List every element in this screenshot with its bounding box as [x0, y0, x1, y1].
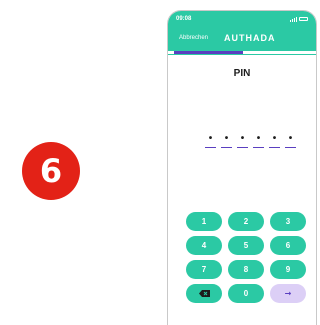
key-6[interactable]: 6: [270, 236, 306, 255]
pin-slot: •: [253, 134, 264, 148]
cancel-button[interactable]: Abbrechen: [179, 35, 208, 41]
pin-dot: •: [256, 133, 261, 144]
key-5[interactable]: 5: [228, 236, 264, 255]
key-8[interactable]: 8: [228, 260, 264, 279]
pin-slot: •: [237, 134, 248, 148]
progress-track: [168, 51, 316, 54]
progress-fill: [174, 51, 244, 54]
pin-slot: •: [221, 134, 232, 148]
key-9[interactable]: 9: [270, 260, 306, 279]
pin-underline: [221, 147, 232, 148]
key-1[interactable]: 1: [186, 212, 222, 231]
pin-underline: [237, 147, 248, 148]
key-3[interactable]: 3: [270, 212, 306, 231]
pin-underline: [269, 147, 280, 148]
signal-icon: [290, 16, 297, 22]
backspace-icon: [198, 290, 210, 297]
key-2[interactable]: 2: [228, 212, 264, 231]
arrow-right-icon: →: [284, 289, 292, 298]
brand-title: AUTHADA: [224, 33, 276, 43]
key-4[interactable]: 4: [186, 236, 222, 255]
pin-field[interactable]: • • • • • •: [205, 134, 296, 148]
pin-underline: [205, 147, 216, 148]
pin-dot: •: [288, 133, 293, 144]
battery-icon: [299, 17, 308, 21]
pin-underline: [253, 147, 264, 148]
tutorial-stage: 6 09:08 Abbrechen AUTHADA PIN • • • • • …: [0, 0, 320, 325]
pin-dot: •: [208, 133, 213, 144]
status-time: 09:08: [176, 16, 192, 22]
pin-dot: •: [240, 133, 245, 144]
pin-underline: [285, 147, 296, 148]
page-title: PIN: [233, 68, 251, 79]
phone-frame: 09:08 Abbrechen AUTHADA PIN • • • • • • …: [167, 10, 317, 325]
step-number-badge: 6: [22, 142, 80, 200]
numeric-keypad: 1 2 3 4 5 6 7 8 9 0 →: [186, 212, 306, 303]
delete-button[interactable]: [186, 284, 222, 303]
pin-slot: •: [205, 134, 216, 148]
pin-dot: •: [224, 133, 229, 144]
pin-dot: •: [272, 133, 277, 144]
nav-row: Abbrechen AUTHADA: [168, 30, 316, 46]
submit-button[interactable]: →: [270, 284, 306, 303]
pin-slot: •: [285, 134, 296, 148]
key-7[interactable]: 7: [186, 260, 222, 279]
status-icons: [290, 16, 308, 22]
app-header: 09:08 Abbrechen AUTHADA: [168, 11, 316, 55]
status-bar: 09:08: [168, 11, 316, 27]
key-0[interactable]: 0: [228, 284, 264, 303]
pin-slot: •: [269, 134, 280, 148]
